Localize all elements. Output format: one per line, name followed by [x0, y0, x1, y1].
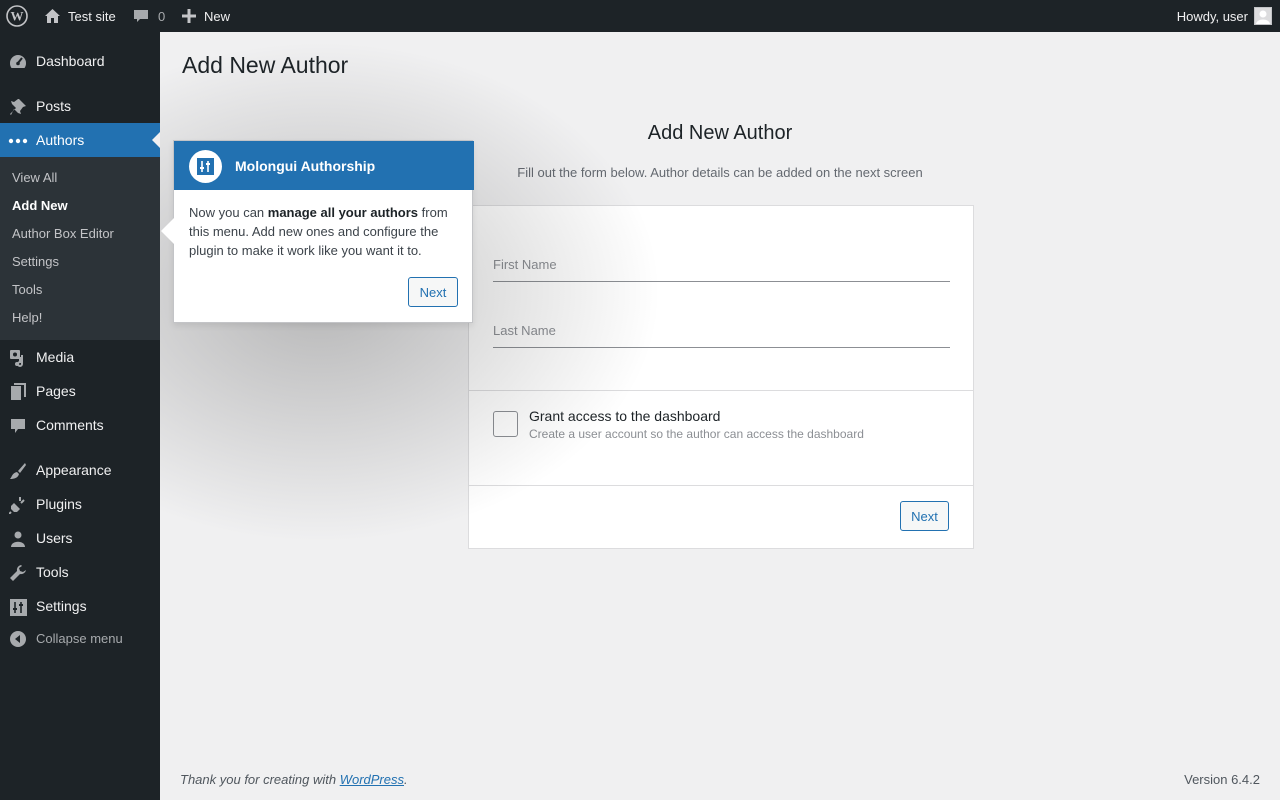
menu-label: Dashboard	[36, 53, 105, 69]
submenu-help[interactable]: Help!	[12, 310, 42, 325]
pointer-body: Now you can manage all your authors from…	[189, 203, 461, 260]
authors-submenu: View All Add New Author Box Editor Setti…	[0, 157, 160, 340]
footer-thanks-text: Thank you for creating with	[180, 772, 340, 787]
menu-label: Settings	[36, 598, 87, 614]
greeting: Howdy, user	[1176, 8, 1248, 24]
pointer-next-button[interactable]: Next	[408, 277, 458, 307]
menu-label: Authors	[36, 132, 85, 148]
submenu-author-box-editor[interactable]: Author Box Editor	[12, 226, 114, 241]
pointer-text: Now you can	[189, 205, 268, 220]
menu-label: Users	[36, 530, 73, 546]
ellipsis-icon	[8, 131, 28, 151]
footer-version: Version 6.4.2	[1184, 772, 1260, 787]
menu-item-comments[interactable]: Comments	[0, 408, 160, 442]
menu-item-pages[interactable]: Pages	[0, 374, 160, 408]
collapse-arrow-icon	[8, 629, 28, 649]
pointer-text-bold: manage all your authors	[267, 205, 419, 220]
divider	[469, 485, 973, 486]
submenu-settings[interactable]: Settings	[12, 254, 59, 269]
menu-label: Appearance	[36, 462, 112, 478]
home-icon	[44, 8, 61, 24]
new-content-link[interactable]: New	[182, 0, 230, 32]
svg-text:W: W	[11, 9, 24, 24]
wrench-icon	[8, 563, 28, 583]
checkbox-title: Grant access to the dashboard	[529, 408, 721, 424]
footer-thanks-end: .	[404, 772, 408, 787]
submenu-view-all[interactable]: View All	[12, 170, 57, 185]
pointer-arrow	[161, 218, 174, 244]
molongui-logo-icon	[189, 150, 222, 183]
menu-item-appearance[interactable]: Appearance	[0, 453, 160, 487]
plus-icon	[182, 9, 196, 23]
menu-label: Posts	[36, 98, 72, 114]
site-name: Test site	[68, 8, 116, 24]
last-name-field	[493, 314, 950, 348]
pointer-title: Molongui Authorship	[235, 158, 376, 174]
admin-sidebar: Dashboard Posts Authors View All Add New…	[0, 32, 160, 800]
footer-thanks: Thank you for creating with WordPress.	[180, 772, 408, 787]
comment-bubble-icon	[133, 8, 149, 24]
media-icon	[8, 348, 28, 368]
menu-label: Comments	[36, 417, 104, 433]
submenu-tools[interactable]: Tools	[12, 282, 42, 297]
collapse-menu-label: Collapse menu	[36, 630, 123, 646]
comments-link[interactable]: 0	[133, 0, 165, 32]
last-name-input[interactable]	[493, 314, 950, 346]
dashboard-access-checkbox[interactable]	[493, 411, 518, 437]
comment-icon	[8, 416, 28, 436]
submenu-add-new[interactable]: Add New	[12, 198, 68, 213]
menu-label: Plugins	[36, 496, 82, 512]
menu-label: Tools	[36, 564, 69, 580]
pages-icon	[8, 382, 28, 402]
wordpress-link[interactable]: WordPress	[340, 772, 404, 787]
pointer-header: Molongui Authorship	[174, 141, 474, 190]
menu-item-media[interactable]: Media	[0, 340, 160, 374]
user-icon	[8, 529, 28, 549]
avatar	[1254, 7, 1272, 25]
collapse-menu-button[interactable]: Collapse menu	[0, 621, 160, 655]
first-name-input[interactable]	[493, 248, 950, 280]
menu-label: Pages	[36, 383, 76, 399]
settings-icon	[8, 597, 28, 617]
molongui-pointer-popup: Molongui Authorship Now you can manage a…	[161, 140, 474, 323]
comments-count: 0	[158, 8, 166, 24]
divider	[469, 390, 973, 391]
menu-item-authors[interactable]: Authors	[0, 123, 160, 157]
menu-item-posts[interactable]: Posts	[0, 89, 160, 123]
my-account-link[interactable]: Howdy, user	[1177, 0, 1272, 32]
menu-item-users[interactable]: Users	[0, 521, 160, 555]
plugin-icon	[8, 495, 28, 515]
first-name-field	[493, 248, 950, 282]
admin-bar: W Test site 0 New Howdy, user	[0, 0, 1280, 32]
add-author-form: Grant access to the dashboard Create a u…	[468, 205, 974, 549]
checkbox-description: Create a user account so the author can …	[529, 427, 864, 441]
dashboard-icon	[8, 52, 28, 72]
new-label: New	[204, 8, 231, 24]
menu-item-tools[interactable]: Tools	[0, 555, 160, 589]
menu-item-settings[interactable]: Settings	[0, 589, 160, 623]
pin-icon	[8, 97, 28, 117]
form-next-button[interactable]: Next	[900, 501, 949, 531]
menu-item-plugins[interactable]: Plugins	[0, 487, 160, 521]
wordpress-logo-icon[interactable]: W	[6, 0, 28, 32]
menu-item-dashboard[interactable]: Dashboard	[0, 44, 160, 78]
site-name-link[interactable]: Test site	[44, 0, 116, 32]
menu-label: Media	[36, 349, 75, 365]
brush-icon	[8, 461, 28, 481]
page-title: Add New Author	[182, 52, 349, 78]
